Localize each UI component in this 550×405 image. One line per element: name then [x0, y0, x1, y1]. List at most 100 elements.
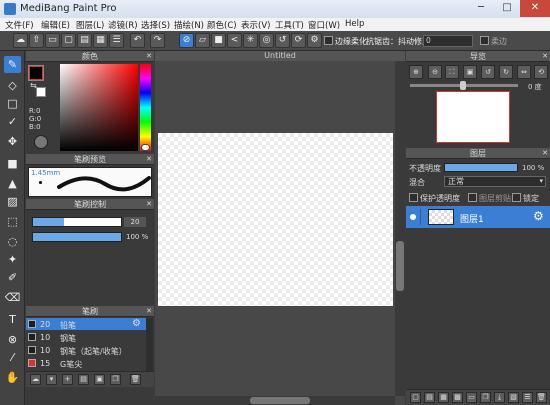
- grid-doc-icon[interactable]: ▦: [93, 33, 108, 48]
- pin-icon[interactable]: ✕: [542, 51, 548, 62]
- clipping-checkbox[interactable]: [468, 193, 477, 202]
- brush-tool-icon[interactable]: ✎: [4, 56, 21, 73]
- hue-handle[interactable]: [141, 144, 150, 151]
- color-sv-picker[interactable]: [60, 64, 138, 151]
- new-color-layer-icon[interactable]: ▤: [424, 392, 435, 403]
- stabilizer-select[interactable]: 0: [423, 35, 473, 47]
- radial-snap-icon[interactable]: ✳: [243, 33, 258, 48]
- merge-down-icon[interactable]: ⤓: [494, 392, 505, 403]
- new-pattern-layer-icon[interactable]: ▩: [452, 392, 463, 403]
- menu-draw[interactable]: 描绘(N): [174, 19, 204, 31]
- maximize-button[interactable]: □: [494, 0, 520, 17]
- hand-tool-icon[interactable]: ✋: [4, 369, 21, 386]
- bucket-tool-icon[interactable]: ▲: [4, 175, 21, 192]
- upload-icon[interactable]: ⇧: [29, 33, 44, 48]
- gear-icon[interactable]: ⚙: [533, 209, 544, 223]
- undo-icon[interactable]: ↶: [130, 33, 145, 48]
- text-tool-icon[interactable]: T: [4, 311, 21, 328]
- document-icon[interactable]: ▤: [77, 33, 92, 48]
- angle-slider[interactable]: [410, 81, 518, 90]
- add-brush-icon[interactable]: ☁: [30, 374, 41, 385]
- vanish-snap-icon[interactable]: <: [227, 33, 242, 48]
- comment-icon[interactable]: ▭: [45, 33, 60, 48]
- close-button[interactable]: ✕: [520, 0, 550, 17]
- hue-slider[interactable]: [140, 64, 151, 151]
- protect-alpha-checkbox[interactable]: [409, 193, 418, 202]
- dot-tool-icon[interactable]: ✓: [4, 113, 21, 130]
- actual-size-icon[interactable]: ▣: [463, 65, 477, 79]
- menu-window[interactable]: 窗口(W): [308, 19, 340, 31]
- vertical-scroll-thumb[interactable]: [396, 241, 404, 291]
- brush-opacity-slider[interactable]: [32, 232, 122, 242]
- menu-edit[interactable]: 编辑(E): [41, 19, 70, 31]
- menu-filter[interactable]: 滤镜(R): [108, 19, 138, 31]
- select-eraser-tool-icon[interactable]: ⌫: [4, 289, 21, 306]
- brush-size-slider[interactable]: [32, 217, 122, 227]
- add-menu-icon[interactable]: ▾: [46, 374, 57, 385]
- pin-icon[interactable]: ✕: [146, 51, 152, 62]
- list-icon[interactable]: ☰: [109, 33, 124, 48]
- list-item[interactable]: 20 铅笔 ⚙: [26, 318, 146, 330]
- zoom-out-icon[interactable]: ⊖: [428, 65, 442, 79]
- blend-mode-select[interactable]: 正常 ▾: [444, 176, 546, 187]
- cloud-icon[interactable]: ☁: [13, 33, 28, 48]
- circle-snap-icon[interactable]: ◎: [259, 33, 274, 48]
- parallel-snap-icon[interactable]: ▱: [195, 33, 210, 48]
- new-layer-icon[interactable]: ▢: [410, 392, 421, 403]
- refresh-icon[interactable]: ⟳: [291, 33, 306, 48]
- menu-layer[interactable]: 图层(L): [76, 19, 104, 31]
- operation-tool-icon[interactable]: ⊗: [4, 331, 21, 348]
- swap-colors-icon[interactable]: ⇆: [30, 81, 37, 90]
- antialias-checkbox[interactable]: [324, 36, 333, 45]
- horizontal-scroll-thumb[interactable]: [250, 397, 310, 404]
- list-item[interactable]: 10 钢笔（起笔/收笔）: [26, 344, 146, 356]
- flip-icon[interactable]: ⇔: [517, 65, 531, 79]
- no-snap-icon[interactable]: ⊘: [179, 33, 194, 48]
- menu-file[interactable]: 文件(F): [5, 19, 34, 31]
- menu-help[interactable]: Help: [345, 19, 364, 29]
- comic-layer-icon[interactable]: ▧: [508, 392, 519, 403]
- reset-icon[interactable]: ⟲: [534, 65, 548, 79]
- menu-view[interactable]: 表示(V): [241, 19, 270, 31]
- brush-list-scrollbar[interactable]: [146, 318, 153, 373]
- pin-icon[interactable]: ✕: [542, 148, 548, 159]
- gear-icon[interactable]: ⚙: [132, 318, 141, 329]
- list-item[interactable]: 15 G笔尖: [26, 357, 146, 369]
- navigator-preview[interactable]: [436, 91, 510, 143]
- zoom-in-icon[interactable]: ⊕: [409, 65, 423, 79]
- eyedropper-tool-icon[interactable]: ⁄: [4, 349, 21, 366]
- lasso-tool-icon[interactable]: ◌: [4, 233, 21, 250]
- new-folder-icon[interactable]: ▭: [466, 392, 477, 403]
- cross-snap-icon[interactable]: ■: [211, 33, 226, 48]
- redo-icon[interactable]: ↷: [150, 33, 165, 48]
- list-item[interactable]: 10 钢笔: [26, 331, 146, 343]
- minimize-button[interactable]: ─: [468, 0, 494, 17]
- brush-copy2-icon[interactable]: ❐: [110, 374, 121, 385]
- new-halftone-layer-icon[interactable]: ▦: [438, 392, 449, 403]
- move-tool-icon[interactable]: ✥: [4, 133, 21, 150]
- gradient-tool-icon[interactable]: ▨: [4, 193, 21, 210]
- curve-snap-icon[interactable]: ↺: [275, 33, 290, 48]
- menu-select[interactable]: 选择(S): [141, 19, 170, 31]
- pin-icon[interactable]: ✕: [146, 154, 152, 165]
- pin-icon[interactable]: ✕: [146, 306, 152, 317]
- gear-icon[interactable]: ⚙: [307, 33, 322, 48]
- rectangle-tool-icon[interactable]: □: [4, 95, 21, 112]
- speech-icon[interactable]: ▢: [61, 33, 76, 48]
- trash-icon[interactable]: 🗑: [536, 392, 547, 403]
- fit-icon[interactable]: ⛶: [445, 65, 459, 79]
- fill-rect-tool-icon[interactable]: ■: [4, 155, 21, 172]
- canvas-page[interactable]: [158, 133, 393, 306]
- color-wheel-icon[interactable]: [34, 135, 48, 149]
- eye-icon[interactable]: [410, 214, 416, 220]
- magic-wand-tool-icon[interactable]: ✦: [4, 251, 21, 268]
- eraser-tool-icon[interactable]: ◇: [4, 77, 21, 94]
- select-pen-tool-icon[interactable]: ✐: [4, 269, 21, 286]
- layer-row[interactable]: 图层1 ⚙: [406, 206, 550, 228]
- rotate-right-icon[interactable]: ↻: [499, 65, 513, 79]
- canvas-tab[interactable]: Untitled: [155, 51, 405, 61]
- menu-tools[interactable]: 工具(T): [275, 19, 304, 31]
- secondary-color-swatch[interactable]: [36, 87, 46, 97]
- horizontal-scrollbar[interactable]: [155, 396, 395, 405]
- lock-checkbox[interactable]: [512, 193, 521, 202]
